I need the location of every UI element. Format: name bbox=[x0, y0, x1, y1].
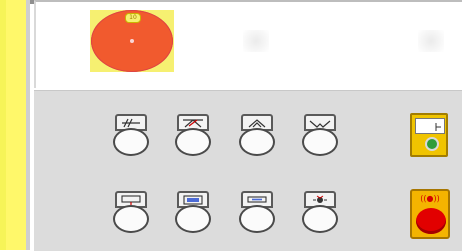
red-stop-button-icon[interactable] bbox=[416, 208, 446, 234]
bar-round[interactable] bbox=[239, 205, 275, 233]
indicator-scale-icon bbox=[435, 123, 441, 131]
left-yellow-strip-inner bbox=[6, 0, 26, 250]
arrows-up-button[interactable] bbox=[239, 114, 275, 156]
ghost-icon-right bbox=[418, 30, 444, 52]
green-lamp-icon bbox=[425, 137, 439, 151]
screen-down-button[interactable] bbox=[113, 191, 149, 233]
clamp-open-round[interactable] bbox=[113, 128, 149, 156]
emergency-stop-panel[interactable]: 10 bbox=[90, 10, 174, 72]
arrows-up-round[interactable] bbox=[239, 128, 275, 156]
stop-label: ((●)) bbox=[420, 194, 440, 203]
arrows-down-button[interactable] bbox=[302, 114, 338, 156]
clamp-open-icon bbox=[122, 118, 140, 127]
status-indicator bbox=[410, 113, 448, 157]
sensor-icon bbox=[313, 195, 327, 203]
clamp-close-button[interactable] bbox=[175, 114, 211, 156]
bar-icon bbox=[247, 195, 267, 203]
arrows-down-icon bbox=[309, 120, 331, 128]
emergency-stop-disc[interactable]: 10 bbox=[91, 10, 173, 72]
arrows-down-round[interactable] bbox=[302, 128, 338, 156]
bar-button[interactable] bbox=[239, 191, 275, 233]
screen-down-round[interactable] bbox=[113, 205, 149, 233]
panel-icon bbox=[183, 194, 203, 205]
clamp-close-round[interactable] bbox=[175, 128, 211, 156]
panel-round[interactable] bbox=[175, 205, 211, 233]
clamp-close-icon bbox=[183, 118, 203, 127]
arrows-up-icon bbox=[248, 118, 266, 127]
ghost-icon-left bbox=[243, 30, 269, 52]
sensor-button[interactable] bbox=[302, 191, 338, 233]
estop-center-dot bbox=[130, 39, 134, 43]
red-stop-button[interactable]: ((●)) bbox=[410, 189, 450, 239]
left-yellow-strip bbox=[0, 0, 30, 250]
sensor-round[interactable] bbox=[302, 205, 338, 233]
indicator-window bbox=[415, 118, 445, 134]
screen-down-icon bbox=[121, 194, 141, 205]
clamp-open-button[interactable] bbox=[113, 114, 149, 156]
estop-tab: 10 bbox=[125, 13, 141, 23]
panel-button[interactable] bbox=[175, 191, 211, 233]
